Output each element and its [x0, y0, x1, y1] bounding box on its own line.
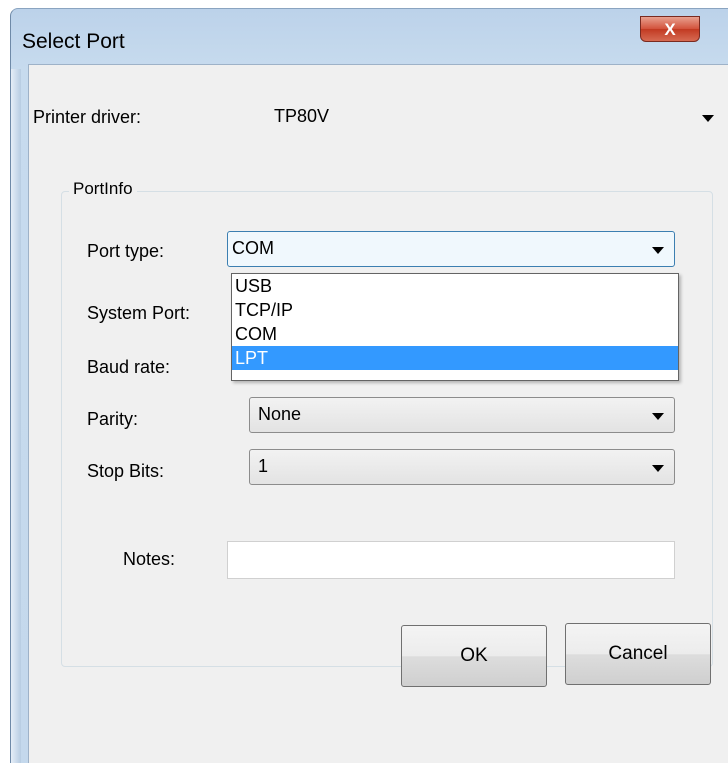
port-type-label: Port type: [87, 241, 165, 261]
close-button[interactable]: X [640, 16, 700, 42]
stop-bits-combo[interactable]: 1 [249, 449, 675, 485]
cancel-button[interactable]: Cancel [565, 623, 711, 685]
ok-button[interactable]: OK [401, 625, 547, 687]
window-frame [11, 69, 21, 763]
port-type-option-com[interactable]: COM [232, 322, 678, 346]
port-type-option-lpt[interactable]: LPT [232, 346, 678, 370]
baud-rate-label: Baud rate: [87, 357, 171, 377]
close-icon: X [664, 20, 676, 39]
port-info-title: PortInfo [69, 179, 137, 199]
parity-value: None [258, 404, 302, 424]
printer-driver-label: Printer driver: [33, 107, 142, 127]
stop-bits-label: Stop Bits: [87, 461, 165, 481]
notes-field[interactable] [227, 541, 675, 579]
dialog-client-area: Printer driver: TP80V PortInfo Port type… [28, 64, 728, 763]
notes-label: Notes: [123, 549, 176, 569]
port-type-dropdown-list: USB TCP/IP COM LPT [231, 273, 679, 381]
port-type-value: COM [232, 238, 274, 258]
chevron-down-icon [652, 247, 664, 254]
chevron-down-icon [652, 413, 664, 420]
chevron-down-icon [652, 465, 664, 472]
port-type-combo[interactable]: COM [227, 231, 675, 267]
port-type-option-tcpip[interactable]: TCP/IP [232, 298, 678, 322]
stop-bits-value: 1 [258, 456, 269, 476]
parity-combo[interactable]: None [249, 397, 675, 433]
parity-label: Parity: [87, 409, 139, 429]
window-title: Select Port [22, 30, 125, 53]
printer-driver-combo[interactable]: TP80V [239, 99, 719, 135]
port-type-option-usb[interactable]: USB [232, 274, 678, 298]
system-port-label: System Port: [87, 303, 191, 323]
chevron-down-icon [702, 115, 714, 122]
printer-driver-value: TP80V [274, 106, 330, 126]
